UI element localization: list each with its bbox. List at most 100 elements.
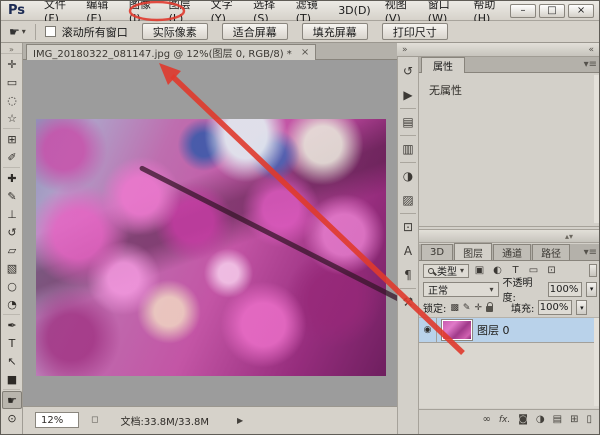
- filter-pixel-layers-icon[interactable]: ▣: [472, 264, 487, 278]
- status-badge-icon: ◻: [91, 415, 98, 425]
- link-layers-icon[interactable]: ∞: [483, 414, 491, 425]
- scroll-all-windows-checkbox[interactable]: [45, 26, 56, 37]
- menu-layer[interactable]: 图层(L): [162, 1, 204, 20]
- blur-icon: ○: [7, 280, 17, 293]
- actual-pixels-button[interactable]: 实际像素: [142, 23, 208, 40]
- tab-3d[interactable]: 3D: [421, 244, 453, 260]
- menu-help[interactable]: 帮助(H): [466, 1, 510, 20]
- tool-presets-panel-icon[interactable]: ⚒: [398, 290, 418, 314]
- move-tool[interactable]: ✛: [2, 55, 22, 73]
- lock-position-icon[interactable]: ✛: [474, 303, 482, 313]
- scrollbar[interactable]: [594, 75, 600, 223]
- zoom-tool[interactable]: ⊙: [2, 409, 22, 427]
- blur-tool[interactable]: ○: [2, 277, 22, 295]
- blend-mode-select[interactable]: 正常 ▾: [423, 282, 499, 297]
- toolbox-collapse-icon[interactable]: »: [1, 46, 22, 54]
- menu-image[interactable]: 图像(I): [122, 1, 162, 20]
- character-panel-icon[interactable]: A: [398, 239, 418, 263]
- library-panel-icon[interactable]: ▥: [398, 137, 418, 161]
- hand-tool[interactable]: ☛: [2, 391, 22, 409]
- add-layer-mask-icon[interactable]: ◙: [518, 414, 528, 425]
- eraser-tool[interactable]: ▱: [2, 241, 22, 259]
- new-group-icon[interactable]: ▤: [553, 414, 562, 425]
- collapse-panels-icon[interactable]: «: [588, 45, 594, 55]
- clone-stamp-tool[interactable]: ⊥: [2, 205, 22, 223]
- filter-switch-icon[interactable]: [589, 264, 597, 277]
- zoom-level-input[interactable]: 12%: [35, 412, 79, 428]
- filter-smart-objects-icon[interactable]: ⊡: [544, 264, 559, 278]
- fit-screen-button[interactable]: 适合屏幕: [222, 23, 288, 40]
- opacity-dropdown-icon[interactable]: ▾: [586, 282, 597, 297]
- print-size-button[interactable]: 打印尺寸: [382, 23, 448, 40]
- menu-window[interactable]: 窗口(W): [421, 1, 467, 20]
- menu-view[interactable]: 视图(V): [378, 1, 421, 20]
- shape-tool[interactable]: ■: [2, 370, 22, 388]
- eyedropper-tool[interactable]: ✐: [2, 148, 22, 166]
- menu-type[interactable]: 文字(Y): [204, 1, 246, 20]
- fill-dropdown-icon[interactable]: ▾: [576, 300, 587, 315]
- styles-panel-icon[interactable]: ▨: [398, 188, 418, 212]
- path-selection-tool[interactable]: ↖: [2, 352, 22, 370]
- delete-layer-icon[interactable]: ▯: [586, 414, 592, 425]
- panel-menu-icon[interactable]: ▾≡: [584, 247, 597, 258]
- fill-input[interactable]: 100%: [538, 300, 572, 315]
- lock-transparent-pixels-icon[interactable]: ▩: [450, 303, 459, 313]
- new-layer-icon[interactable]: ⊞: [570, 414, 578, 425]
- properties-panel-body: 无属性: [419, 73, 600, 227]
- photo-blossom-image[interactable]: [36, 119, 386, 376]
- clone-source-panel-icon[interactable]: ⊡: [398, 215, 418, 239]
- document-tab[interactable]: IMG_20180322_081147.jpg @ 12%(图层 0, RGB/…: [26, 44, 316, 60]
- quick-selection-tool[interactable]: ☆: [2, 109, 22, 127]
- fill-screen-button[interactable]: 填充屏幕: [302, 23, 368, 40]
- menu-select[interactable]: 选择(S): [246, 1, 289, 20]
- menu-file[interactable]: 文件(F): [37, 1, 79, 20]
- divider: [400, 288, 416, 289]
- status-expand-icon[interactable]: ▶: [237, 416, 243, 425]
- hand-tool-options-icon[interactable]: ☛ ▾: [9, 25, 26, 39]
- close-button[interactable]: ×: [568, 4, 594, 18]
- pen-tool[interactable]: ✒: [2, 316, 22, 334]
- menu-filter[interactable]: 滤镜(T): [289, 1, 331, 20]
- layer-thumbnail[interactable]: [442, 320, 472, 340]
- lock-image-pixels-icon[interactable]: ✎: [463, 303, 471, 313]
- tab-layers[interactable]: 图层: [454, 243, 492, 260]
- opacity-input[interactable]: 100%: [548, 282, 582, 297]
- crop-tool[interactable]: ⊞: [2, 130, 22, 148]
- menu-edit[interactable]: 编辑(E): [79, 1, 122, 20]
- type-tool[interactable]: T: [2, 334, 22, 352]
- menu-3d[interactable]: 3D(D): [331, 1, 378, 20]
- swatches-panel-icon[interactable]: ▤: [398, 110, 418, 134]
- actions-panel-icon[interactable]: ▶: [398, 83, 418, 107]
- brush-tool[interactable]: ✎: [2, 187, 22, 205]
- layer-filter-kind-select[interactable]: 类型 ▾: [423, 264, 469, 278]
- visibility-eye-icon[interactable]: ◉: [419, 318, 437, 342]
- history-panel-icon[interactable]: ↺: [398, 59, 418, 83]
- document-tab-bar: IMG_20180322_081147.jpg @ 12%(图层 0, RGB/…: [23, 43, 397, 60]
- crop-icon: ⊞: [7, 133, 16, 146]
- gradient-tool[interactable]: ▧: [2, 259, 22, 277]
- layers-group-header[interactable]: ▴▾: [419, 229, 600, 243]
- layer-row-selected[interactable]: ◉ 图层 0: [419, 318, 600, 343]
- panel-menu-icon[interactable]: ▾≡: [584, 59, 597, 70]
- dodge-tool[interactable]: ◔: [2, 295, 22, 313]
- tab-properties[interactable]: 属性: [421, 57, 465, 73]
- history-brush-tool[interactable]: ↺: [2, 223, 22, 241]
- tab-close-icon[interactable]: ×: [301, 47, 309, 58]
- tab-paths[interactable]: 路径: [532, 244, 570, 260]
- minimize-button[interactable]: –: [510, 4, 536, 18]
- collapse-panels-icon[interactable]: »: [402, 45, 408, 55]
- scrollbar[interactable]: [594, 318, 600, 406]
- marquee-tool[interactable]: ▭: [2, 73, 22, 91]
- tab-channels[interactable]: 通道: [493, 244, 531, 260]
- new-adjustment-layer-icon[interactable]: ◑: [536, 414, 545, 425]
- layer-effects-icon[interactable]: fx.: [499, 415, 510, 425]
- spot-healing-brush-tool[interactable]: ✚: [2, 169, 22, 187]
- paragraph-panel-icon[interactable]: ¶: [398, 263, 418, 287]
- lock-all-icon[interactable]: [486, 306, 493, 312]
- lasso-tool[interactable]: ◌: [2, 91, 22, 109]
- adjustments-panel-icon[interactable]: ◑: [398, 164, 418, 188]
- panel-icon-strip: ↺ ▶ ▤ ▥ ◑ ▨ ⊡ A ¶ ⚒: [397, 57, 419, 434]
- history-brush-icon: ↺: [7, 226, 16, 239]
- canvas-area[interactable]: [23, 60, 397, 406]
- maximize-button[interactable]: □: [539, 4, 565, 18]
